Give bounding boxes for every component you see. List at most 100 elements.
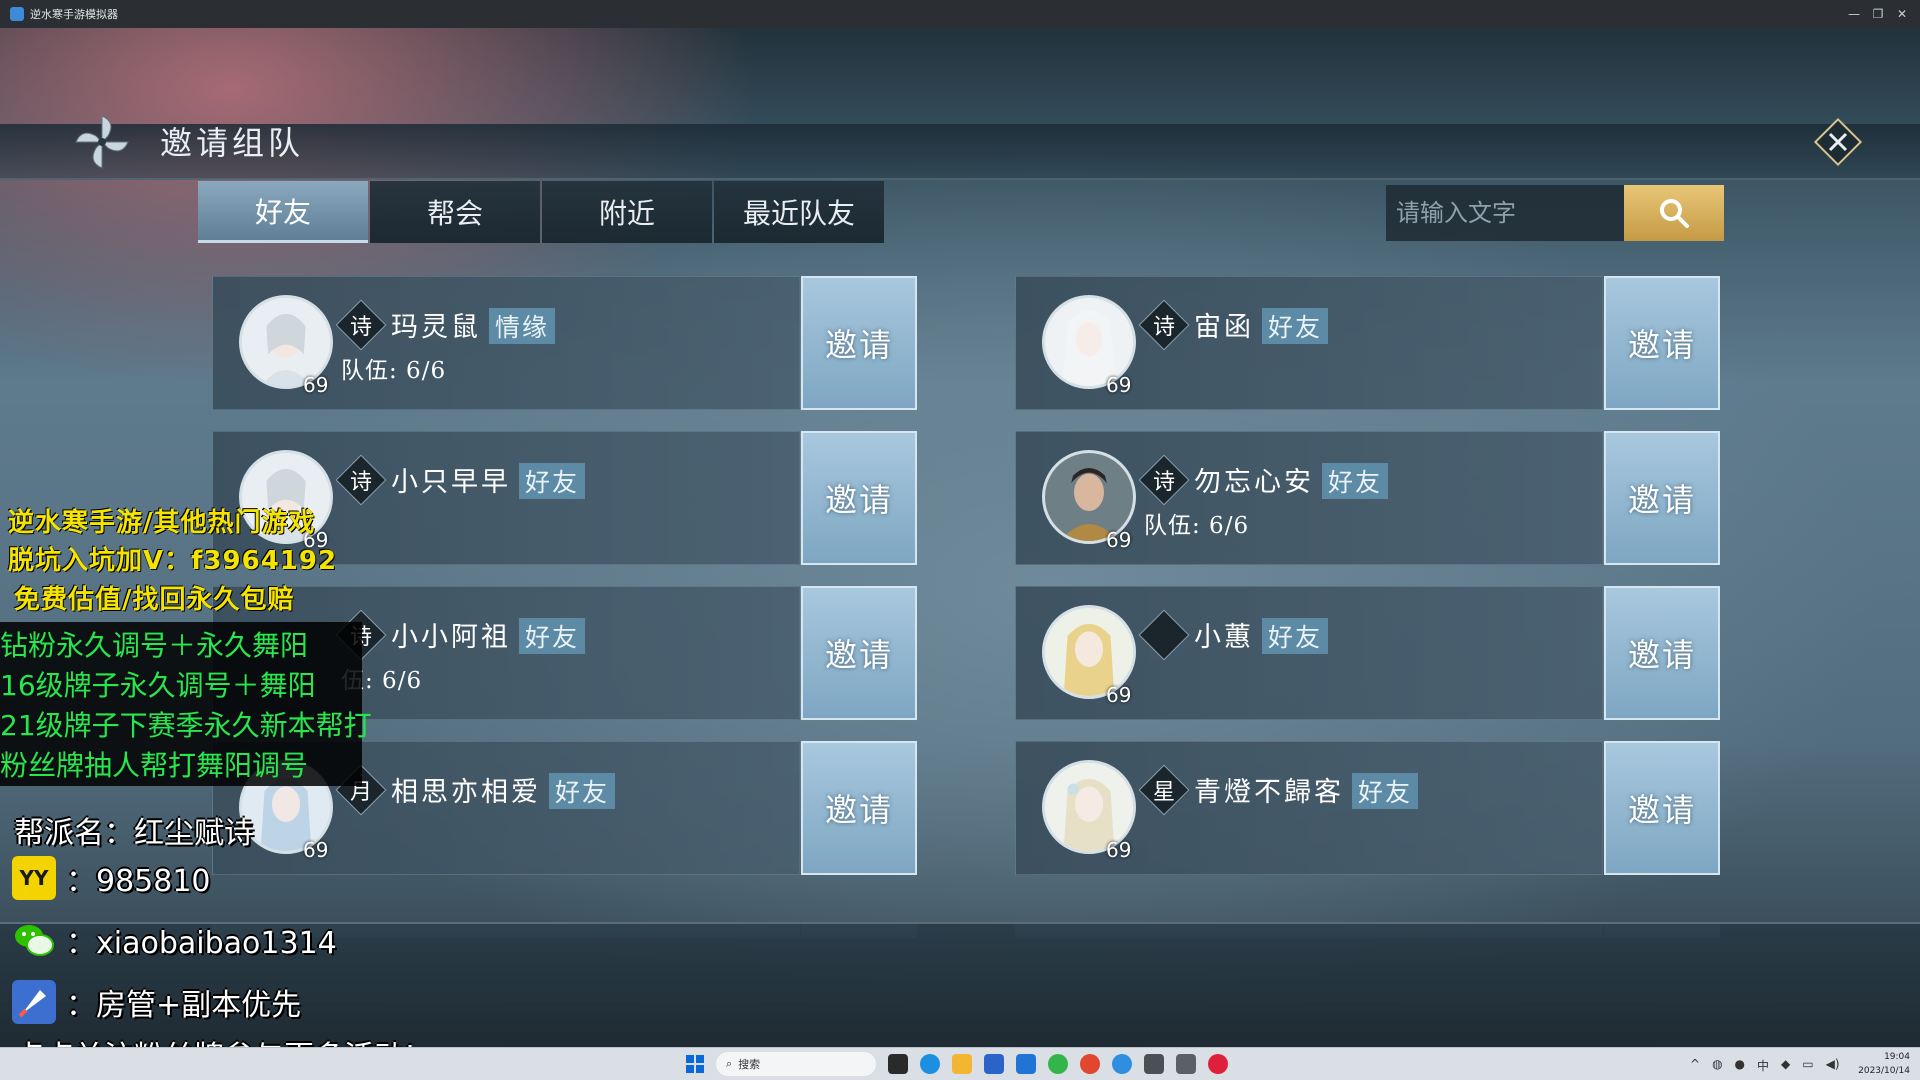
invite-button[interactable]: 邀请 xyxy=(1604,741,1720,875)
room-perk-text: ：房管+副本优先 xyxy=(66,988,302,1023)
restore-button[interactable]: ❐ xyxy=(1866,0,1890,28)
team-status: 队伍: 6/6 xyxy=(1144,513,1250,539)
sect-label: 诗 xyxy=(349,470,372,495)
microphone-icon[interactable]: ● xyxy=(1735,1057,1745,1074)
friend-name-row: 青燈不歸客 好友 xyxy=(1194,770,1419,809)
app-icon xyxy=(10,7,24,21)
friend-name: 小只早早 xyxy=(391,467,511,498)
overlay-green-line: 钻粉永久调号＋永久舞阳 xyxy=(0,629,309,662)
friend-card: 69 星 青燈不歸客 好友 xyxy=(1015,741,1603,875)
relation-tag: 好友 xyxy=(519,618,586,654)
invite-button[interactable]: 邀请 xyxy=(801,276,917,410)
game-app-icon[interactable] xyxy=(1144,1054,1164,1074)
rocket-logo-icon xyxy=(12,980,56,1024)
invite-button[interactable]: 邀请 xyxy=(1604,276,1720,410)
input-method-icon[interactable]: 中 xyxy=(1757,1057,1769,1074)
friend-name: 宙函 xyxy=(1194,312,1254,343)
friend-card: 69 小蕙 好友 xyxy=(1015,586,1603,720)
task-view-icon[interactable] xyxy=(888,1054,908,1074)
level-label: 69 xyxy=(303,838,329,862)
windows-start-icon[interactable] xyxy=(686,1055,704,1073)
friend-name: 小小阿祖 xyxy=(391,622,511,653)
level-label: 69 xyxy=(1106,838,1132,862)
friend-name-row: 勿忘心安 好友 xyxy=(1194,460,1389,499)
friend-name-row: 相思亦相爱 好友 xyxy=(391,770,616,809)
invite-button[interactable]: 邀请 xyxy=(801,586,917,720)
tab-friends[interactable]: 好友 xyxy=(198,181,368,243)
clock-date: 2023/10/14 xyxy=(1858,1066,1910,1076)
friend-name: 青燈不歸客 xyxy=(1194,777,1344,808)
game-emulator-icon[interactable] xyxy=(1176,1054,1196,1074)
invite-button[interactable]: 邀请 xyxy=(1604,586,1720,720)
guild-name-text: 帮派名：红尘赋诗 xyxy=(14,816,254,851)
minimize-button[interactable]: — xyxy=(1842,0,1866,28)
relation-tag: 好友 xyxy=(549,773,616,809)
store-icon[interactable] xyxy=(984,1054,1004,1074)
relation-tag: 好友 xyxy=(519,463,586,499)
search-input[interactable] xyxy=(1386,185,1624,241)
display-icon[interactable]: ▭ xyxy=(1802,1057,1813,1074)
yy-logo-icon: YY xyxy=(12,856,56,900)
tab-recent-teammates[interactable]: 最近队友 xyxy=(714,181,884,243)
app-blue-icon[interactable] xyxy=(1112,1054,1132,1074)
friend-name-row: 小蕙 好友 xyxy=(1194,615,1329,654)
close-window-button[interactable]: ✕ xyxy=(1890,0,1914,28)
app-red-icon[interactable] xyxy=(1080,1054,1100,1074)
taskbar-search[interactable]: ⌕ 搜索 xyxy=(716,1052,876,1076)
promo-line: 脱坑入坑加V：f3964192 xyxy=(8,546,338,576)
file-explorer-icon[interactable] xyxy=(952,1054,972,1074)
close-dialog-icon[interactable] xyxy=(1810,114,1866,170)
friend-name-row: 玛灵鼠 情缘 xyxy=(391,305,556,344)
overlay-green-box: 钻粉永久调号＋永久舞阳 16级牌子永久调号＋舞阳 21级牌子下赛季永久新本帮打 … xyxy=(0,622,372,786)
relation-tag: 好友 xyxy=(1262,308,1329,344)
clock[interactable]: 19:04 2023/10/14 xyxy=(1858,1050,1910,1078)
relation-tag: 好友 xyxy=(1262,618,1329,654)
friend-name-row: 小只早早 好友 xyxy=(391,460,586,499)
wechat-id-text: ：xiaobaibao1314 xyxy=(66,926,337,961)
relation-tag: 好友 xyxy=(1352,773,1419,809)
overlay-green-line: 粉丝牌抽人帮打舞阳调号 xyxy=(0,749,309,782)
invite-button[interactable]: 邀请 xyxy=(1604,431,1720,565)
level-label: 69 xyxy=(1106,683,1132,707)
sect-label: 诗 xyxy=(349,315,372,340)
edge-browser-icon[interactable] xyxy=(920,1054,940,1074)
yy-id-text: ：985810 xyxy=(66,864,211,899)
overlay-green-line: 21级牌子下赛季永久新本帮打 xyxy=(0,709,372,742)
relation-tag: 好友 xyxy=(1322,463,1389,499)
friend-name: 相思亦相爱 xyxy=(391,777,541,808)
sect-label: 星 xyxy=(1152,780,1175,805)
overlay-green-line: 16级牌子永久调号＋舞阳 xyxy=(0,669,316,702)
level-label: 69 xyxy=(1106,528,1132,552)
friend-card: 69 诗 宙函 好友 xyxy=(1015,276,1603,410)
clock-time: 19:04 xyxy=(1884,1052,1910,1062)
tab-guild[interactable]: 帮会 xyxy=(370,181,540,243)
mail-icon[interactable] xyxy=(1016,1054,1036,1074)
friend-card: 69 诗 玛灵鼠 情缘 队伍: 6/6 xyxy=(212,276,800,410)
window-titlebar: 逆水寒手游模拟器 — ❐ ✕ xyxy=(0,0,1920,28)
chevron-up-icon[interactable]: ^ xyxy=(1690,1057,1700,1074)
search-button[interactable] xyxy=(1624,185,1724,241)
invite-button[interactable]: 邀请 xyxy=(801,431,917,565)
taskbar-search-label: 搜索 xyxy=(738,1058,761,1071)
wechat-logo-icon xyxy=(12,918,56,962)
system-tray: ^ ◍ ● 中 ◆ ▭ ◀) xyxy=(1690,1057,1840,1074)
level-label: 69 xyxy=(1106,373,1132,397)
tab-nearby[interactable]: 附近 xyxy=(542,181,712,243)
friend-name-row: 小小阿祖 好友 xyxy=(391,615,586,654)
music-app-icon[interactable] xyxy=(1208,1054,1228,1074)
pinwheel-logo-icon xyxy=(75,115,129,169)
sect-label: 诗 xyxy=(1152,315,1175,340)
sect-label: 诗 xyxy=(1152,470,1175,495)
antivirus-icon[interactable]: ◆ xyxy=(1781,1057,1790,1074)
friend-card: 69 诗 勿忘心安 好友 队伍: 6/6 xyxy=(1015,431,1603,565)
invite-button[interactable]: 邀请 xyxy=(801,741,917,875)
team-status: 队伍: 6/6 xyxy=(341,358,447,384)
volume-icon[interactable]: ◀) xyxy=(1826,1057,1840,1074)
wechat-app-icon[interactable] xyxy=(1048,1054,1068,1074)
promo-line: 免费估值/找回永久包赔 xyxy=(14,585,295,615)
search-icon xyxy=(1660,199,1689,228)
sect-label xyxy=(1146,617,1182,653)
network-icon[interactable]: ◍ xyxy=(1712,1057,1722,1074)
friend-name: 小蕙 xyxy=(1194,622,1254,653)
promo-line: 逆水寒手游/其他热门游戏 xyxy=(8,508,316,538)
